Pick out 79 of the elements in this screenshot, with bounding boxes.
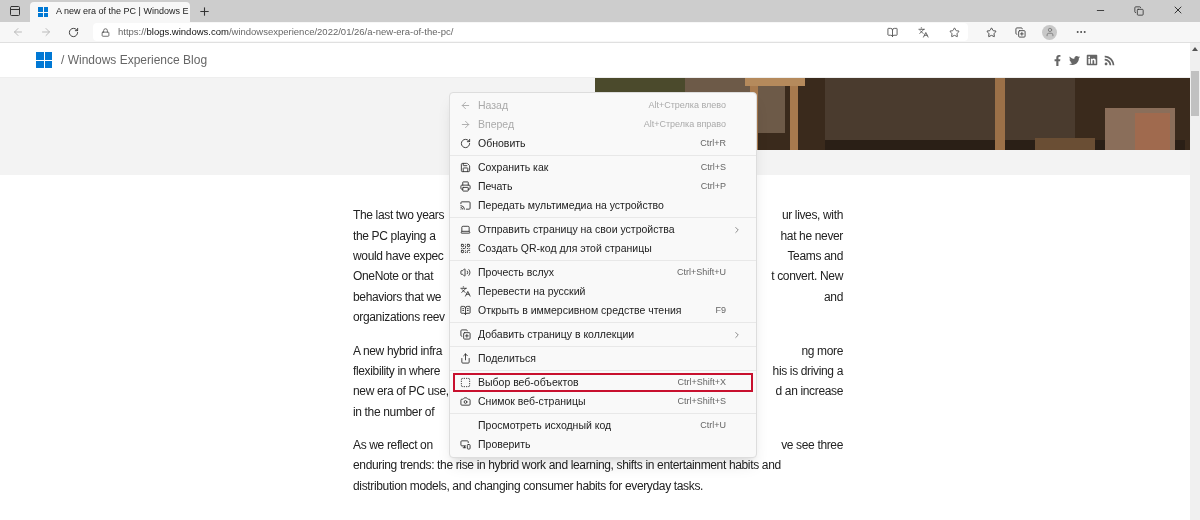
windows-logo-icon[interactable] [36,52,52,68]
new-tab-icon[interactable] [198,5,211,18]
menu-item[interactable]: Обновить Ctrl+R [453,134,753,153]
article-text: distribution models, and changing consumer habits for everyday tasks. [353,477,704,495]
menu-item[interactable]: Создать QR-код для этой страницы [453,239,753,258]
article-text: ur lives, with [781,207,843,225]
article-text: ve see three [781,437,843,455]
twitter-icon[interactable] [1069,54,1080,66]
menu-item[interactable]: Просмотреть исходный код Ctrl+U [453,416,753,435]
menu-item[interactable]: Печать Ctrl+P [453,177,753,196]
article-text: Teams and [787,247,843,265]
restore-icon[interactable] [1134,6,1144,16]
save-icon [460,162,471,173]
chevron-right-icon [732,224,742,235]
scrollbar[interactable] [1190,43,1200,520]
speaker-icon [460,267,471,278]
favorites-icon[interactable] [986,26,997,38]
lock-icon[interactable] [101,27,110,37]
qr-code-icon [460,243,471,254]
linkedin-icon[interactable] [1086,54,1098,66]
article-text: t convert. New [771,268,843,286]
article-text: in the number of [353,403,435,421]
selection-icon [460,377,471,388]
article-text: behaviors that we [353,288,442,306]
menu-item[interactable]: Проверить [453,435,753,454]
menu-item[interactable]: Перевести на русский [453,282,753,301]
article-text: and [824,288,843,306]
article-text: flexibility in where [353,362,441,380]
article-text: OneNote or that [353,268,434,286]
menu-item[interactable]: Отправить страницу на свои устройства [453,220,753,239]
article-text: As we reflect on [353,437,433,455]
refresh-icon [460,138,471,149]
article-text: his is driving a [772,362,843,380]
article-text: would have expec [353,247,444,265]
profile-avatar[interactable] [1042,24,1057,40]
menu-item[interactable]: Открыть в иммерсивном средстве чтения F9 [453,301,753,320]
article-text: hat he never [780,227,843,245]
article-text: A new hybrid infra [353,342,443,360]
close-icon[interactable] [1172,4,1184,16]
article-text: enduring trends: the rise in hybrid work and learning, shifts in entertainment habits and [353,457,781,475]
rss-icon[interactable] [1104,54,1115,66]
article-text: d an increase [775,383,843,401]
laptop-icon [460,224,471,235]
article-text: the PC playing a [353,227,436,245]
monitor-icon [460,439,471,450]
menu-item[interactable]: Передать мультимедиа на устройство [453,196,753,215]
reader-icon[interactable] [887,26,898,38]
article-text: new era of PC use, [353,383,449,401]
scroll-up-icon[interactable] [1192,47,1198,51]
facebook-icon[interactable] [1052,54,1063,66]
menu-item[interactable]: Выбор веб-объектов Ctrl+Shift+X [453,373,753,392]
cast-icon [460,200,471,211]
back-arrow-icon [460,100,471,111]
translate-icon[interactable] [918,26,929,38]
site-logo-icon [38,7,48,17]
collections-icon[interactable] [1015,26,1026,38]
printer-icon [460,181,471,192]
chevron-right-icon [732,329,742,340]
menu-item[interactable]: Снимок веб-страницы Ctrl+Shift+S [453,392,753,411]
article-text: ng more [801,342,843,360]
forward-arrow-icon [460,119,471,130]
menu-item[interactable]: Прочесть вслух Ctrl+Shift+U [453,263,753,282]
browser-tab[interactable]: A new era of the PC | Windows E [30,2,190,22]
tab-title: A new era of the PC | Windows E [56,5,189,19]
article-text: The last two years [353,207,445,225]
share-icon [460,353,471,364]
blog-title[interactable]: / Windows Experience Blog [61,51,208,69]
book-icon [460,305,471,316]
menu-item[interactable]: Сохранить как Ctrl+S [453,158,753,177]
translate-icon [460,286,471,297]
star-add-icon[interactable] [949,26,960,38]
menu-item[interactable]: Поделиться [453,349,753,368]
menu-item[interactable]: Добавить страницу в коллекции [453,325,753,344]
camera-icon [460,396,471,407]
scrollbar-thumb[interactable] [1191,71,1199,116]
refresh-icon[interactable] [68,26,79,38]
address-field[interactable]: https://blogs.windows.com/windowsexperience/2022/01/26/a-new-era-of-the-pc/ [93,23,968,41]
collection-add-icon [460,329,471,340]
article-text: organizations reev [353,309,445,327]
